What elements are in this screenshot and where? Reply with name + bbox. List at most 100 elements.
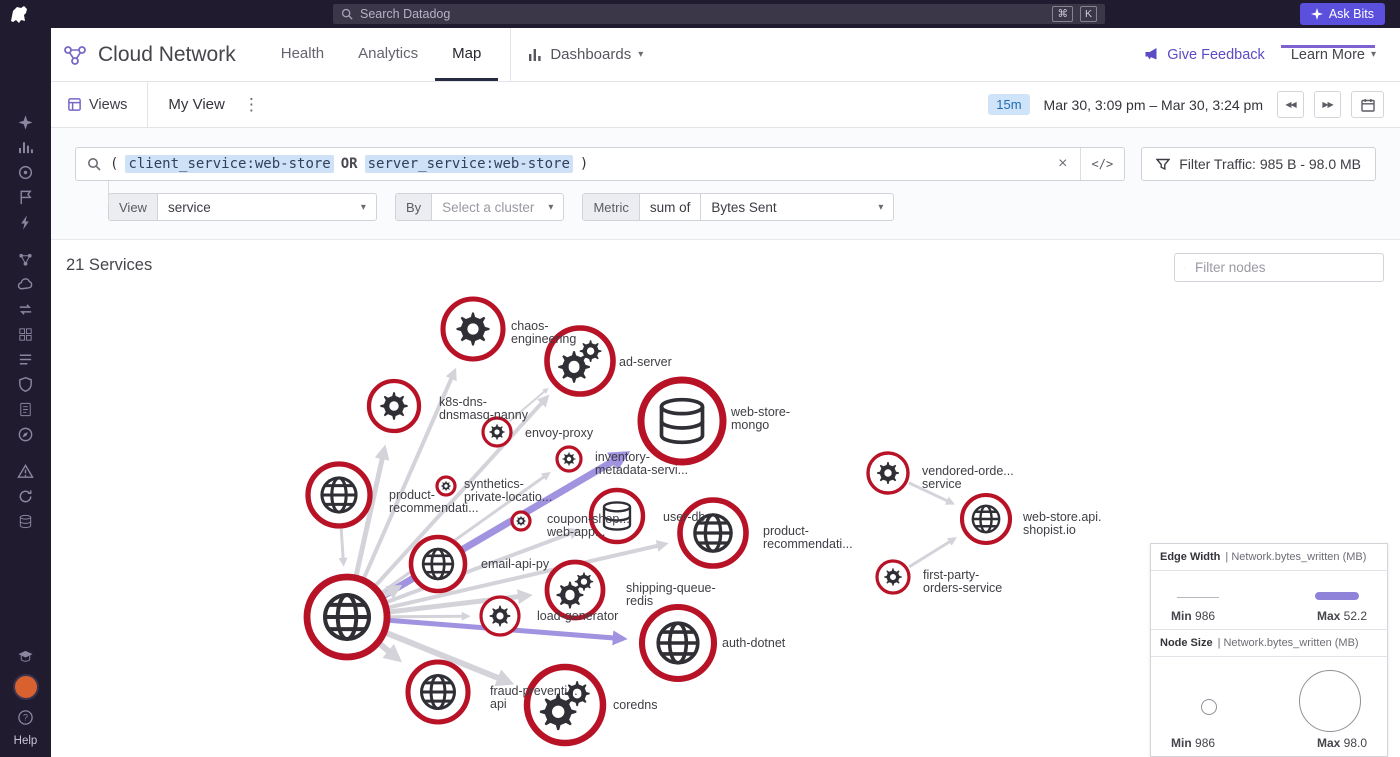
service-node-vendored-orders-service[interactable] bbox=[868, 453, 908, 493]
query-text[interactable]: ( client_service:web-store OR server_ser… bbox=[110, 148, 1046, 180]
metric-control-label: Metric bbox=[583, 194, 639, 220]
megaphone-icon bbox=[1144, 47, 1160, 62]
by-control-label: By bbox=[396, 194, 432, 220]
filter-icon bbox=[1156, 158, 1170, 171]
view-dropdown[interactable]: service▾ bbox=[158, 194, 376, 220]
apm-icon[interactable] bbox=[17, 214, 34, 231]
service-node-web-store-mongo[interactable] bbox=[641, 380, 723, 462]
datadog-logo[interactable] bbox=[0, 0, 38, 28]
tab-analytics[interactable]: Analytics bbox=[341, 28, 435, 81]
tab-health[interactable]: Health bbox=[264, 28, 341, 81]
service-node-synthetics-private-location[interactable] bbox=[437, 477, 455, 495]
skip-forward-button[interactable]: ▶▶ bbox=[1314, 91, 1341, 118]
clear-query-icon[interactable]: × bbox=[1046, 148, 1079, 180]
help-icon[interactable]: ? bbox=[17, 709, 34, 726]
service-node-inventory-metadata-service[interactable] bbox=[557, 447, 581, 471]
network-icon[interactable] bbox=[17, 301, 34, 318]
dashboards-menu[interactable]: Dashboards ▾ bbox=[527, 46, 643, 63]
edge-web-store-to-fraud-prevention-api[interactable] bbox=[380, 644, 398, 659]
node-label-shipping-queue-redis: shipping-queue-redis bbox=[626, 581, 716, 608]
filter-traffic-button[interactable]: Filter Traffic: 985 B - 98.0 MB bbox=[1141, 147, 1376, 181]
give-feedback-button[interactable]: Give Feedback bbox=[1144, 47, 1265, 63]
query-term-1[interactable]: client_service:web-store bbox=[125, 155, 333, 173]
bar-chart-icon bbox=[527, 47, 543, 62]
query-term-2[interactable]: server_service:web-store bbox=[365, 155, 573, 173]
edge-first-party-orders-service-to-web-store-api-shopist-io[interactable] bbox=[909, 539, 955, 567]
node-label-first-party-orders-service: first-party-orders-service bbox=[923, 568, 1002, 595]
user-avatar[interactable] bbox=[13, 674, 39, 700]
global-search[interactable]: Search Datadog ⌘ K bbox=[333, 4, 1105, 24]
cluster-dropdown[interactable]: Select a cluster▾ bbox=[432, 194, 563, 220]
service-node-auth-dotnet[interactable] bbox=[642, 607, 714, 679]
service-node-coupon-shop-web-app[interactable] bbox=[512, 512, 530, 530]
filter-nodes-search[interactable] bbox=[1174, 253, 1384, 282]
service-node-chaos-engineering[interactable] bbox=[443, 299, 503, 359]
service-node-fraud-prevention-api[interactable] bbox=[408, 662, 468, 722]
connector-line bbox=[108, 181, 109, 205]
service-node-k8s-dns-dnsmasq-nanny[interactable] bbox=[369, 381, 419, 431]
database-icon[interactable] bbox=[17, 513, 34, 530]
code-view-toggle[interactable]: </> bbox=[1080, 148, 1125, 180]
views-button[interactable]: Views bbox=[67, 97, 127, 113]
logs-icon[interactable] bbox=[17, 401, 34, 418]
view-toolbar: Views My View ⋮ 15m Mar 30, 3:09 pm – Ma… bbox=[51, 82, 1400, 128]
time-range-badge[interactable]: 15m bbox=[988, 94, 1029, 115]
tab-map[interactable]: Map bbox=[435, 28, 498, 81]
events-icon[interactable] bbox=[17, 189, 34, 206]
node-size-legend-header: Node Size| Network.bytes_written (MB) bbox=[1151, 630, 1387, 657]
security-icon[interactable] bbox=[17, 376, 34, 393]
node-label-vendored-orders-service: vendored-orde...service bbox=[922, 464, 1014, 491]
service-node-coredns[interactable] bbox=[527, 667, 603, 743]
edge-width-legend-header: Edge Width| Network.bytes_written (MB) bbox=[1151, 544, 1387, 571]
help-label[interactable]: Help bbox=[14, 735, 38, 747]
query-input[interactable]: ( client_service:web-store OR server_ser… bbox=[75, 147, 1125, 181]
service-node-web-store-api-shopist-io[interactable] bbox=[962, 495, 1010, 543]
ask-bits-button[interactable]: Ask Bits bbox=[1300, 3, 1385, 25]
chevron-down-icon: ▾ bbox=[1371, 49, 1376, 60]
courses-icon[interactable] bbox=[17, 648, 34, 665]
metrics-icon[interactable] bbox=[17, 139, 34, 156]
learn-more-button[interactable]: Learn More ▾ bbox=[1291, 47, 1376, 63]
infrastructure-icon[interactable] bbox=[17, 276, 34, 293]
edge-product-recommendation-left-to-web-store[interactable] bbox=[341, 529, 343, 564]
edge-web-store-to-load-generator[interactable] bbox=[390, 616, 468, 617]
service-node-load-generator[interactable] bbox=[481, 597, 519, 635]
node-label-coredns: coredns bbox=[613, 698, 657, 712]
max-node-sample bbox=[1299, 670, 1361, 732]
filter-nodes-input[interactable] bbox=[1193, 259, 1374, 276]
service-node-first-party-orders-service[interactable] bbox=[877, 561, 909, 593]
service-map-icon[interactable] bbox=[17, 251, 34, 268]
current-view-name: My View bbox=[168, 96, 224, 113]
containers-icon[interactable] bbox=[17, 326, 34, 343]
node-label-product-recommendation: product-recommendati... bbox=[763, 524, 853, 551]
service-node-product-recommendation-left[interactable] bbox=[308, 464, 370, 526]
chevron-down-icon: ▾ bbox=[548, 202, 553, 213]
chevron-down-icon: ▾ bbox=[361, 202, 366, 213]
header-divider bbox=[510, 28, 511, 82]
max-edge-sample bbox=[1315, 592, 1359, 600]
processes-icon[interactable] bbox=[17, 351, 34, 368]
metric-dropdown[interactable]: Bytes Sent▾ bbox=[701, 194, 893, 220]
service-node-web-store[interactable] bbox=[307, 577, 387, 657]
synthetics-icon[interactable] bbox=[17, 426, 34, 443]
global-search-placeholder: Search Datadog bbox=[360, 7, 1045, 21]
node-label-web-store-mongo: web-store-mongo bbox=[730, 405, 790, 432]
kebab-menu-icon[interactable]: ⋮ bbox=[243, 96, 260, 113]
date-range-label[interactable]: Mar 30, 3:09 pm – Mar 30, 3:24 pm bbox=[1044, 97, 1263, 113]
service-node-email-api-py[interactable] bbox=[411, 537, 465, 591]
skip-back-button[interactable]: ◀◀ bbox=[1277, 91, 1304, 118]
metric-aggregation[interactable]: sum of bbox=[640, 194, 702, 220]
error-tracking-icon[interactable] bbox=[17, 463, 34, 480]
node-label-load-generator: load-generator bbox=[537, 609, 618, 623]
network-map: chaos-engineeringad-serverk8s-dns-dnsmas… bbox=[51, 240, 1400, 757]
service-node-envoy-proxy[interactable] bbox=[483, 418, 511, 446]
calendar-button[interactable] bbox=[1351, 91, 1384, 118]
chevron-down-icon: ▾ bbox=[638, 49, 643, 60]
spark-icon[interactable] bbox=[17, 114, 34, 131]
sparkle-icon bbox=[1311, 8, 1323, 20]
view-control: View service▾ bbox=[108, 193, 377, 221]
views-icon bbox=[67, 97, 82, 112]
watchdog-icon[interactable] bbox=[17, 164, 34, 181]
ci-icon[interactable] bbox=[17, 488, 34, 505]
page-header: Cloud Network Health Analytics Map Dashb… bbox=[51, 28, 1400, 82]
